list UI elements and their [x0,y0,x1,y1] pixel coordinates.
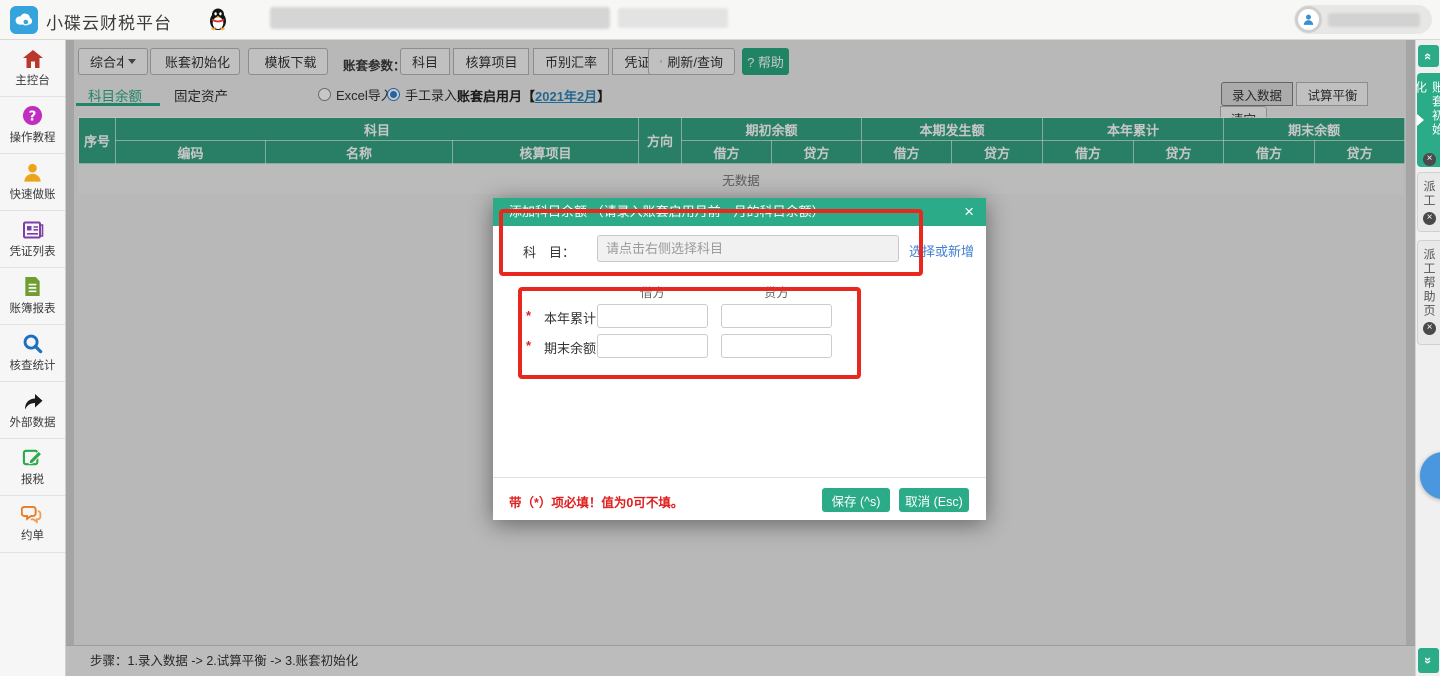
rail-tab-dispatch[interactable]: 派工 × [1417,172,1440,232]
required-mark: * [526,308,531,323]
close-icon[interactable]: × [1423,153,1436,166]
double-chevron-down-icon: » [1421,657,1436,664]
sidebar-item-quick-accounting[interactable]: 快速做账 [0,154,65,211]
search-icon [22,333,43,354]
redacted-user-name [1328,13,1420,27]
select-or-add-link[interactable]: 选择或新增 [909,241,974,260]
double-chevron-up-icon: « [1421,52,1436,59]
sidebar-item-voucher-list[interactable]: 凭证列表 [0,211,65,268]
save-button[interactable]: 保存 (^s) [822,488,890,512]
user-icon [22,162,43,183]
question-icon: ? [22,105,43,126]
credit-column-header: 贷方 [721,282,832,301]
sidebar-item-dashboard[interactable]: 主控台 [0,40,65,97]
close-icon[interactable]: × [964,198,974,226]
page: 小碟云财税平台 [0,0,1440,676]
rail-tab-dispatch-help[interactable]: 派工帮助页 × [1417,240,1440,345]
dialog-titlebar: 添加科目余额 （请录入账套启用月前一月的科目余额） × [493,198,986,226]
ending-credit-input[interactable] [721,334,832,358]
required-note: 带（*）项必填！值为0可不填。 [509,492,683,511]
ytd-debit-input[interactable] [597,304,708,328]
close-icon[interactable]: × [1423,212,1436,225]
ytd-row-label: 本年累计 [544,308,596,327]
footer-divider [493,477,986,478]
sidebar-item-tax-filing[interactable]: 报税 [0,439,65,496]
ending-debit-input[interactable] [597,334,708,358]
floating-contact-button[interactable] [1420,452,1440,499]
avatar [1295,6,1322,33]
sidebar-item-tutorial[interactable]: ? 操作教程 [0,97,65,154]
ending-row-label: 期末余额 [544,338,596,357]
cancel-button[interactable]: 取消 (Esc) [899,488,969,512]
list-icon [22,220,44,240]
home-icon [22,49,44,69]
app-logo-icon[interactable] [10,6,38,34]
subject-label: 科 目： [523,242,575,261]
report-icon [23,276,42,297]
active-tab-notch [1417,114,1424,126]
chat-icon [21,505,44,524]
app-header: 小碟云财税平台 [0,0,1440,40]
required-mark: * [526,338,531,353]
svg-text:?: ? [29,109,37,124]
qq-icon[interactable] [208,8,228,31]
user-pill[interactable] [1294,5,1432,34]
collapse-up-button[interactable]: « [1418,45,1439,67]
debit-column-header: 借方 [597,282,708,301]
sidebar-item-orders[interactable]: 约单 [0,496,65,553]
rail-tab-account-init[interactable]: 账套初始化 × [1417,73,1440,167]
sidebar-item-ledger-report[interactable]: 账簿报表 [0,268,65,325]
sidebar-item-external-data[interactable]: 外部数据 [0,382,65,439]
left-sidebar: 主控台 ? 操作教程 快速做账 凭证列表 账簿报表 [0,40,66,676]
close-icon[interactable]: × [1423,322,1436,335]
sidebar-item-audit-stats[interactable]: 核查统计 [0,325,65,382]
expand-down-button[interactable]: » [1418,648,1439,673]
dialog-add-subject-balance: 添加科目余额 （请录入账套启用月前一月的科目余额） × 科 目： 选择或新增 借… [493,198,986,520]
edit-icon [22,447,43,468]
dialog-title: 添加科目余额 （请录入账套启用月前一月的科目余额） [509,198,825,226]
share-arrow-icon [22,391,44,411]
app-title: 小碟云财税平台 [46,9,172,34]
redacted-header-text [270,7,610,29]
redacted-header-text-2 [618,8,728,28]
subject-input[interactable] [597,235,899,262]
right-rail: « 账套初始化 × 派工 × 派工帮助页 × » [1415,40,1440,676]
ytd-credit-input[interactable] [721,304,832,328]
